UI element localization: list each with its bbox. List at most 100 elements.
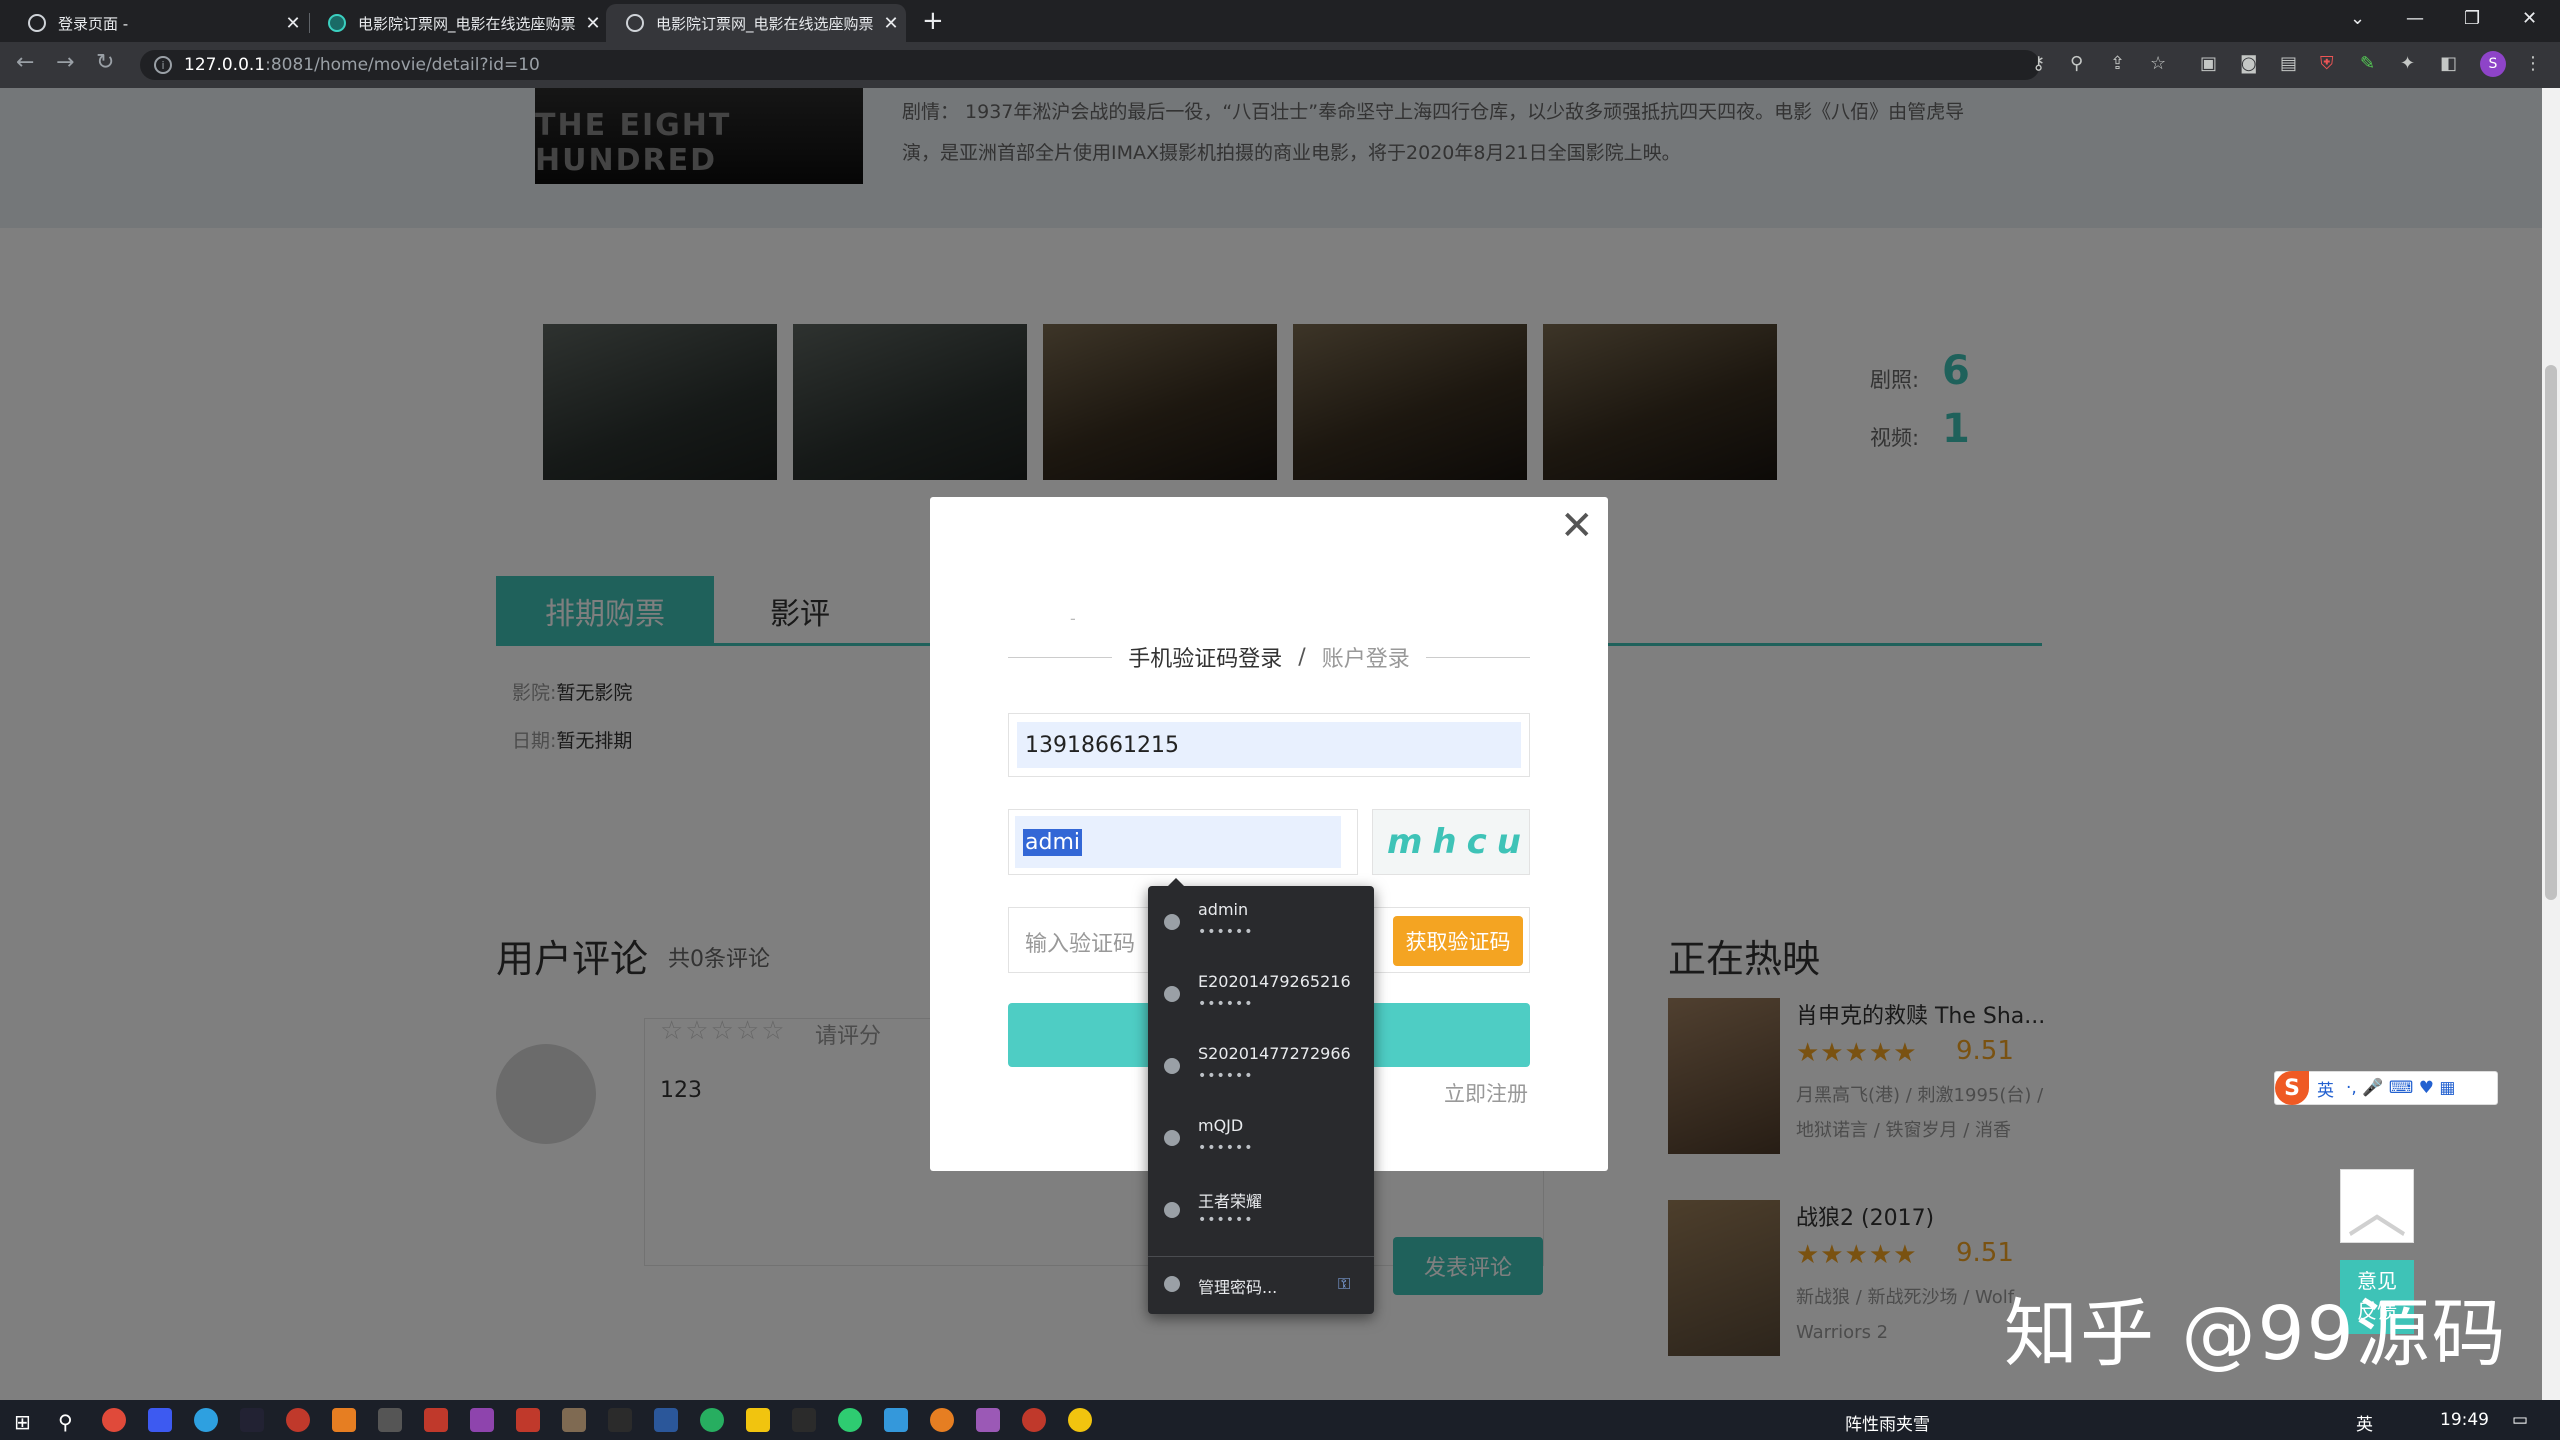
close-tab-icon[interactable]: ✕ [278, 13, 308, 34]
key-icon: ⚿ [1338, 1274, 1351, 1293]
maximize-button[interactable]: ❐ [2464, 8, 2480, 29]
folder-icon[interactable] [746, 1408, 770, 1432]
app-icon[interactable] [470, 1408, 494, 1432]
menu-kebab-icon[interactable]: ⋮ [2524, 53, 2542, 74]
zoom-icon[interactable]: ⚲ [2070, 53, 2083, 74]
watermark: 知乎 @99源码 [2004, 1291, 2508, 1377]
tab-account-login[interactable]: 账户登录 [1322, 641, 1410, 673]
tab-title: 登录页面 - [58, 14, 129, 33]
app-icon[interactable] [240, 1408, 264, 1432]
manage-passwords-link[interactable]: 管理密码... [1198, 1274, 1277, 1298]
wechat-icon[interactable] [838, 1408, 862, 1432]
profile-avatar[interactable]: S [2480, 51, 2506, 77]
close-tab-icon[interactable]: ✕ [578, 13, 608, 34]
browser-tab-cinema-active[interactable]: 电影院订票网_电影在线选座购票 ✕ [606, 4, 906, 42]
url-path: :8081/home/movie/detail?id=10 [265, 55, 540, 75]
browser-icon[interactable] [194, 1408, 218, 1432]
autofill-password: •••••• [1198, 1140, 1254, 1156]
autofill-username: S20201477272966 [1198, 1044, 1351, 1063]
autofill-item[interactable]: admin •••••• [1148, 886, 1374, 958]
forward-icon[interactable]: → [56, 50, 74, 75]
app-icon[interactable] [792, 1408, 816, 1432]
settings-icon [1164, 1276, 1180, 1292]
autofill-item[interactable]: E20201479265216 •••••• [1148, 958, 1374, 1030]
shield-extension-icon[interactable]: ⛨ [2320, 53, 2334, 74]
app-icon[interactable] [562, 1408, 586, 1432]
back-icon[interactable]: ← [16, 50, 34, 75]
tab-search-icon[interactable]: ⌄ [2350, 8, 2365, 29]
autofill-username: E20201479265216 [1198, 972, 1351, 991]
puzzle-icon[interactable]: ✦ [2400, 53, 2415, 74]
site-info-icon[interactable]: i [154, 56, 172, 74]
tab-title: 电影院订票网_电影在线选座购票 [358, 14, 576, 33]
autofill-item[interactable]: 王者荣耀 •••••• [1148, 1174, 1374, 1246]
sync-icon[interactable] [700, 1408, 724, 1432]
tab-divider: / [1298, 644, 1306, 670]
ime-tools-icon[interactable]: ·, 🎤 ⌨ ♥ ▦ [2346, 1078, 2455, 1098]
word-icon[interactable] [654, 1408, 678, 1432]
windows-start-icon[interactable]: ⊞ [14, 1410, 31, 1434]
new-tab-button[interactable]: + [922, 6, 944, 36]
browser-tab-cinema-1[interactable]: 电影院订票网_电影在线选座购票 ✕ [308, 4, 608, 42]
chrome-icon[interactable] [102, 1408, 126, 1432]
address-bar[interactable]: i 127.0.0.1:8081/home/movie/detail?id=10 [140, 50, 2040, 80]
autofill-username: mQJD [1198, 1116, 1244, 1135]
ime-language[interactable]: 英 [2317, 1076, 2334, 1101]
app-icon[interactable] [378, 1408, 402, 1432]
captcha-image-text: mhcu [1387, 822, 1530, 862]
ide-icon[interactable] [148, 1408, 172, 1432]
image-extension-icon[interactable]: ▤ [2280, 53, 2297, 74]
weather-text[interactable]: 阵性雨夹雪 [1845, 1410, 1930, 1435]
globe-icon [626, 14, 644, 32]
get-code-button[interactable]: 获取验证码 [1393, 916, 1523, 966]
tool-extension-icon[interactable]: ✎ [2360, 53, 2375, 74]
autofill-item[interactable]: mQJD •••••• [1148, 1102, 1374, 1174]
phone-value[interactable]: 13918661215 [1017, 722, 1521, 768]
app-icon[interactable] [608, 1408, 632, 1432]
extension-icon[interactable]: ▣ [2200, 53, 2217, 74]
globe-icon [28, 14, 46, 32]
key-icon[interactable]: ⚷ [2032, 53, 2045, 74]
reload-icon[interactable]: ↻ [96, 50, 114, 75]
captcha-field[interactable]: admi [1008, 809, 1358, 875]
app-icon[interactable] [424, 1408, 448, 1432]
app-icon[interactable] [332, 1408, 356, 1432]
tab-sms-login[interactable]: 手机验证码登录 [1128, 641, 1282, 673]
captcha-image[interactable]: mhcu [1372, 809, 1530, 875]
camera-extension-icon[interactable]: ◙ [2240, 53, 2257, 74]
sogou-logo-icon: S [2275, 1071, 2309, 1105]
app-icon[interactable] [1022, 1408, 1046, 1432]
input-language[interactable]: 英 [2356, 1410, 2373, 1435]
bookmark-star-icon[interactable]: ☆ [2150, 53, 2166, 74]
captcha-input-value[interactable]: admi [1023, 828, 1082, 856]
app-icon[interactable] [1068, 1408, 1092, 1432]
globe-icon [1164, 1130, 1180, 1146]
ime-toolbar[interactable]: S 英 ·, 🎤 ⌨ ♥ ▦ [2274, 1071, 2498, 1105]
autofill-password: •••••• [1198, 924, 1254, 940]
password-autofill-dropdown: admin •••••• E20201479265216 •••••• S202… [1148, 878, 1374, 1314]
app-icon[interactable] [516, 1408, 540, 1432]
app-icon[interactable] [930, 1408, 954, 1432]
app-icon[interactable] [976, 1408, 1000, 1432]
register-link[interactable]: 立即注册 [1444, 1078, 1528, 1108]
globe-icon [1164, 986, 1180, 1002]
browser-tab-login[interactable]: 登录页面 - ✕ [8, 4, 310, 42]
minimize-button[interactable]: — [2406, 8, 2424, 29]
browser-tab-bar: 登录页面 - ✕ 电影院订票网_电影在线选座购票 ✕ 电影院订票网_电影在线选座… [0, 0, 2560, 42]
autofill-item[interactable]: S20201477272966 •••••• [1148, 1030, 1374, 1102]
clock[interactable]: 19:49 [2440, 1410, 2489, 1430]
app-icon[interactable] [286, 1408, 310, 1432]
close-icon[interactable]: ✕ [1560, 503, 1594, 549]
app-icon[interactable] [884, 1408, 908, 1432]
close-tab-icon[interactable]: ✕ [876, 13, 906, 34]
share-icon[interactable]: ⇪ [2110, 53, 2125, 74]
tab-title: 电影院订票网_电影在线选座购票 [656, 14, 874, 33]
search-icon[interactable]: ⚲ [58, 1410, 73, 1434]
sidebar-icon[interactable]: ◧ [2440, 53, 2457, 74]
close-window-button[interactable]: ✕ [2522, 8, 2537, 29]
scrollbar-thumb[interactable] [2545, 365, 2557, 900]
notification-icon[interactable]: ▭ [2512, 1410, 2528, 1430]
phone-field[interactable]: 13918661215 [1008, 713, 1530, 777]
back-to-top-button[interactable]: ︿ [2340, 1169, 2414, 1247]
os-taskbar: ⊞ ⚲ 阵性雨夹雪 英 19:49 ▭ [0, 1400, 2560, 1440]
